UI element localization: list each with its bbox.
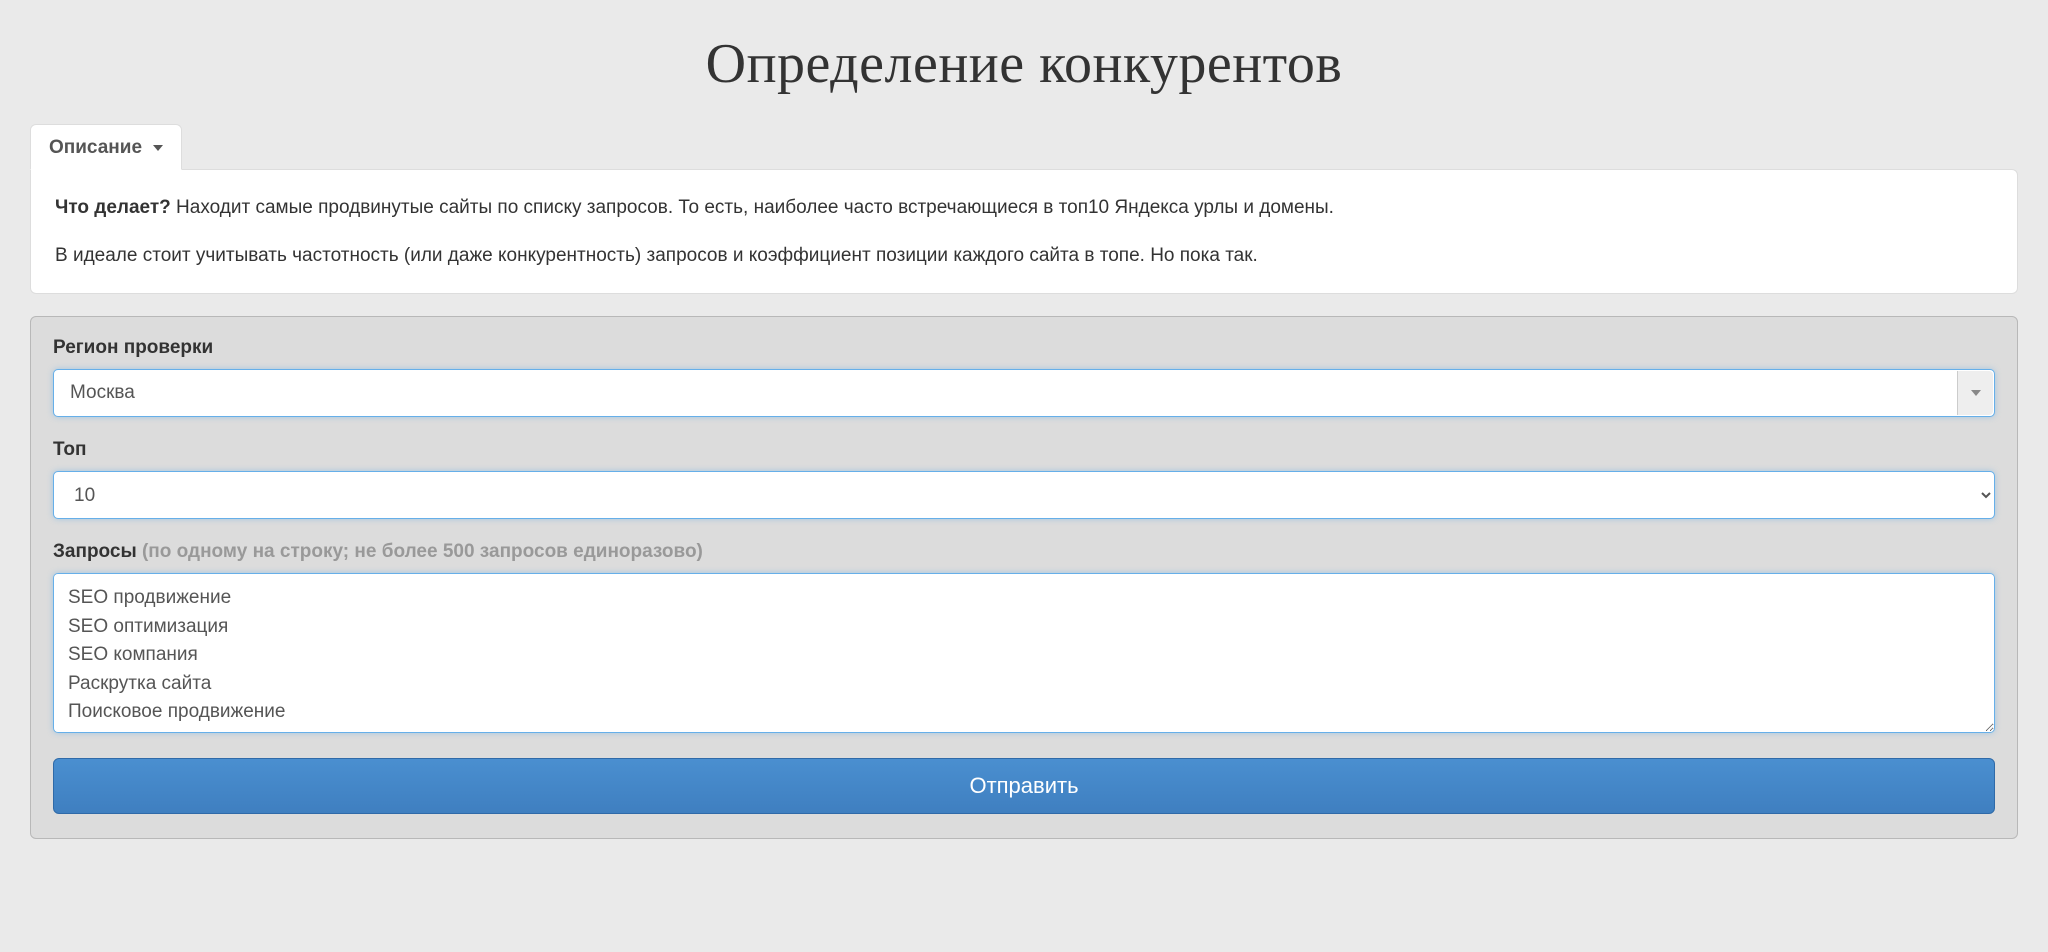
description-line-2: В идеале стоит учитывать частотность (ил…	[55, 242, 1993, 270]
chevron-down-icon	[1971, 390, 1981, 396]
region-label: Регион проверки	[53, 337, 1995, 359]
queries-hint: (по одному на строку; не более 500 запро…	[137, 541, 703, 562]
top-label: Топ	[53, 439, 1995, 461]
top-select[interactable]: 10	[53, 471, 1995, 519]
region-select[interactable]: Москва	[53, 369, 1995, 417]
region-select-arrow	[1957, 371, 1993, 415]
description-q-text: Находит самые продвинутые сайты по списк…	[171, 197, 1334, 218]
description-q-label: Что делает?	[55, 197, 171, 218]
page-container: Определение конкурентов Описание Что дел…	[0, 0, 2048, 869]
description-panel: Что делает? Находит самые продвинутые са…	[30, 169, 2018, 294]
description-tab-wrap: Описание Что делает? Находит самые продв…	[30, 124, 2018, 294]
region-select-value: Москва	[70, 382, 135, 404]
description-line-1: Что делает? Находит самые продвинутые са…	[55, 194, 1993, 222]
tab-description[interactable]: Описание	[30, 124, 182, 170]
tab-description-label: Описание	[49, 137, 142, 158]
page-title: Определение конкурентов	[30, 32, 2018, 96]
queries-textarea[interactable]	[53, 573, 1995, 733]
submit-button[interactable]: Отправить	[53, 758, 1995, 814]
form-group-top: Топ 10	[53, 439, 1995, 519]
form-group-region: Регион проверки Москва	[53, 337, 1995, 417]
queries-label-text: Запросы	[53, 541, 137, 562]
form-group-queries: Запросы (по одному на строку; не более 5…	[53, 541, 1995, 738]
form-block: Регион проверки Москва Топ 10 Запросы (п…	[30, 316, 2018, 839]
queries-label: Запросы (по одному на строку; не более 5…	[53, 541, 1995, 563]
caret-down-icon	[153, 145, 163, 151]
